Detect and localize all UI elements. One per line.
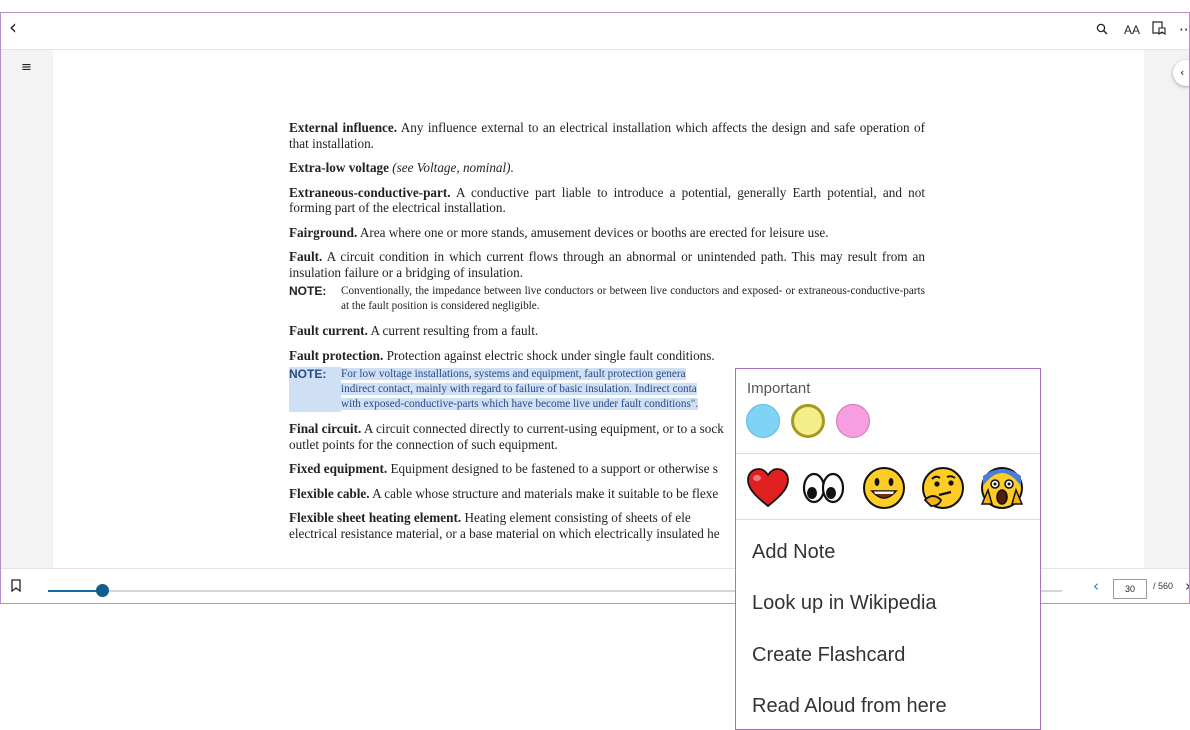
divider <box>736 453 1040 454</box>
entry-definition: A current resulting from a fault. <box>367 323 539 338</box>
right-rail: ‹ <box>1145 50 1189 568</box>
entry-term: Flexible cable. <box>289 485 370 501</box>
entry-term: External influence. <box>289 120 398 135</box>
more-icon[interactable]: ·· <box>1179 19 1189 41</box>
entry-definition: A cable whose structure and materials ma… <box>369 485 719 501</box>
entry-term: Final circuit. <box>289 421 362 436</box>
thinking-face-icon[interactable] <box>919 464 967 512</box>
highlighted-text[interactable]: with exposed-conductive-parts which have… <box>341 398 699 410</box>
eyes-icon[interactable] <box>799 464 847 512</box>
highlight-title: Important <box>747 380 811 397</box>
note-text: Conventionally, the impedance between li… <box>341 285 925 312</box>
highlighted-text[interactable]: indirect contact, mainly with regard to … <box>341 383 697 395</box>
previous-page-icon[interactable]: ‹ <box>1093 577 1099 595</box>
entry-term: Fixed equipment. <box>289 461 388 476</box>
entry-definition: A circuit connected directly to current-… <box>361 421 724 436</box>
add-note-menu-item[interactable]: Add Note <box>752 541 835 564</box>
slider-handle[interactable] <box>95 584 109 597</box>
bookmark-icon-glyph <box>11 579 21 593</box>
entry-definition: electrical resistance material, or a bas… <box>289 525 720 541</box>
highlighted-text[interactable]: For low voltage installations, systems a… <box>341 368 686 380</box>
highlight-color-yellow[interactable] <box>791 404 825 438</box>
next-page-icon[interactable]: › <box>1185 577 1189 595</box>
entry-see-also: (see Voltage, nominal). <box>388 160 514 175</box>
note-label: NOTE: <box>289 367 341 412</box>
entry-term: Fault. <box>289 249 323 264</box>
entry-term: Extra-low voltage <box>289 160 389 175</box>
heart-icon[interactable] <box>744 464 792 512</box>
glossary-entry: Fault. A circuit condition in which curr… <box>289 249 925 280</box>
page-total: / 560 <box>1153 581 1174 591</box>
table-of-contents-icon[interactable]: ≡ <box>21 60 32 75</box>
selection-context-menu: Important Add Note Look up in Wikipedia … <box>735 368 1041 730</box>
back-icon[interactable]: ‹ <box>9 16 17 38</box>
highlight-color-pink[interactable] <box>836 404 870 438</box>
create-flashcard-menu-item[interactable]: Create Flashcard <box>752 644 905 667</box>
glossary-entry: Fairground. Area where one or more stand… <box>289 225 925 241</box>
note-label: NOTE: <box>289 284 327 298</box>
glossary-entry: Fault protection. Protection against ele… <box>289 348 925 364</box>
entry-definition: A circuit condition in which current flo… <box>289 249 925 280</box>
screaming-face-icon[interactable] <box>978 464 1026 512</box>
entry-definition: Protection against electric shock under … <box>383 347 715 363</box>
search-icon[interactable] <box>1096 19 1108 41</box>
bookmark-list-icon[interactable] <box>1152 19 1166 41</box>
page-number-input[interactable]: 30 <box>1113 579 1147 599</box>
entry-definition: Area where one or more stands, amusement… <box>357 224 829 240</box>
entry-term: Extraneous-conductive-part. <box>289 184 451 200</box>
glossary-entry: Extra-low voltage (see Voltage, nominal)… <box>289 160 925 176</box>
glossary-entry: Extraneous-conductive-part. A conductive… <box>289 185 925 216</box>
glossary-entry: Fault current. A current resulting from … <box>289 323 925 339</box>
entry-term: Fault current. <box>289 323 368 338</box>
note-text: For low voltage installations, systems a… <box>341 367 699 412</box>
top-toolbar: ‹ AA ·· <box>1 13 1189 50</box>
highlight-color-blue[interactable] <box>746 404 780 438</box>
entry-term: Fault protection. <box>289 347 384 363</box>
bookmark-icon[interactable] <box>11 579 21 597</box>
entry-definition: Equipment designed to be fastened to a s… <box>387 461 718 476</box>
slider-fill <box>48 590 102 592</box>
text-size-icon[interactable]: AA <box>1124 19 1140 41</box>
panel-toggle-icon[interactable]: ‹ <box>1173 60 1189 86</box>
divider <box>736 519 1040 520</box>
glossary-entry: External influence. Any influence extern… <box>289 120 925 151</box>
read-aloud-menu-item[interactable]: Read Aloud from here <box>752 695 947 718</box>
search-icon-glyph <box>1096 23 1108 35</box>
grinning-face-icon[interactable] <box>860 464 908 512</box>
wikipedia-lookup-menu-item[interactable]: Look up in Wikipedia <box>752 592 937 615</box>
entry-definition: outlet points for the connection of such… <box>289 436 558 452</box>
note: NOTE: Conventionally, the impedance betwe… <box>289 284 925 314</box>
entry-term: Fairground. <box>289 224 358 240</box>
bookmark-list-icon-glyph <box>1152 21 1166 36</box>
entry-definition: Heating element consisting of sheets of … <box>461 510 691 525</box>
left-rail: ≡ <box>1 50 53 568</box>
entry-term: Flexible sheet heating element. <box>289 510 462 525</box>
